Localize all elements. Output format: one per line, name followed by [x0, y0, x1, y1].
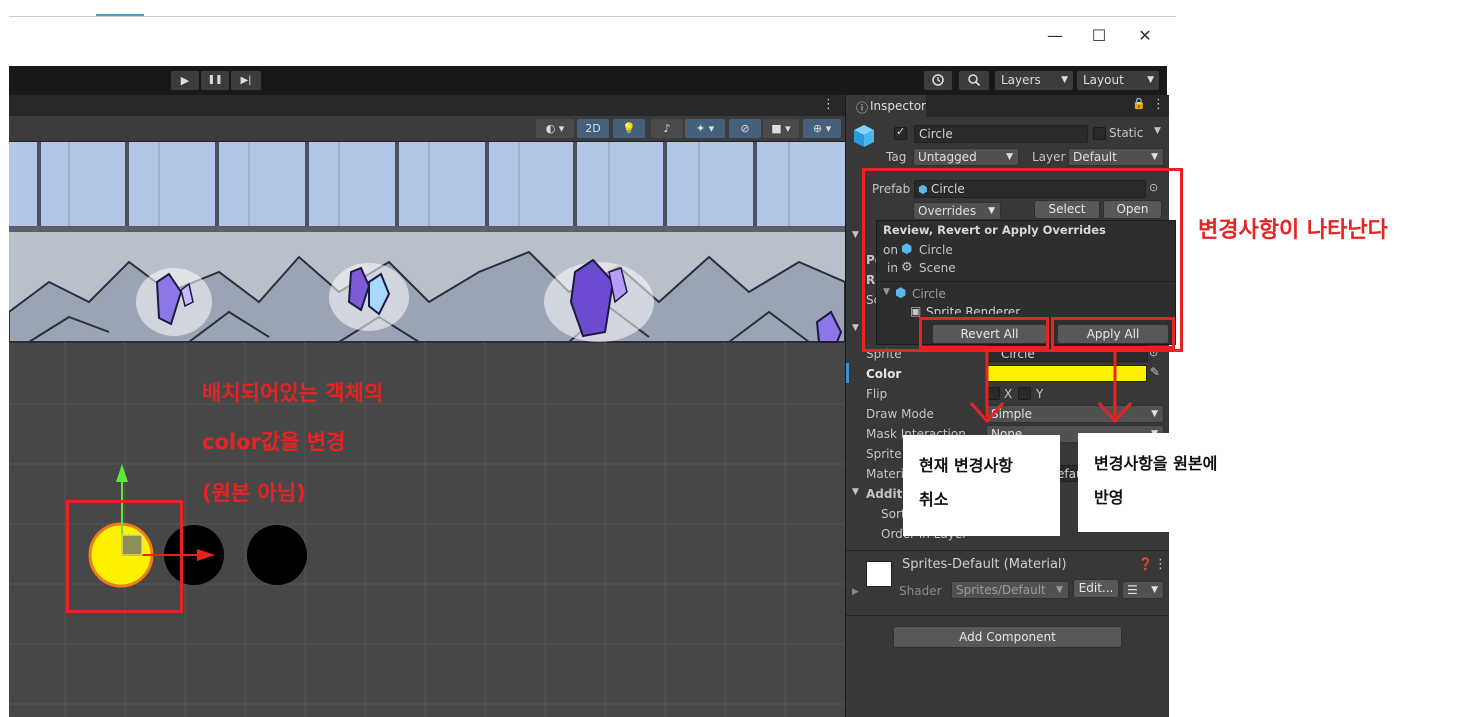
- edit-shader-button[interactable]: Edit...: [1073, 579, 1119, 598]
- shader-value: Sprites/Default: [956, 583, 1046, 597]
- pause-button[interactable]: ❚❚: [201, 71, 229, 90]
- tag-dropdown[interactable]: Untagged ▼: [913, 148, 1019, 166]
- override-marker: [846, 363, 849, 383]
- foldout-arrow-icon[interactable]: ▼: [852, 487, 859, 497]
- layout-label: Layout: [1083, 73, 1124, 87]
- scene-view[interactable]: [9, 142, 845, 717]
- chevron-down-icon: ▼: [1151, 585, 1158, 595]
- foldout-arrow-icon[interactable]: ▶: [852, 587, 859, 597]
- list-icon: ☰: [1127, 583, 1138, 597]
- add-component-button[interactable]: Add Component: [893, 626, 1122, 648]
- window-titlebar: — ☐ ✕: [9, 16, 1176, 67]
- layers-dropdown[interactable]: Layers ▼: [995, 71, 1073, 90]
- chevron-down-icon: ▼: [1151, 409, 1158, 419]
- lock-icon[interactable]: 🔒: [1132, 97, 1146, 110]
- eyedropper-icon[interactable]: ✎: [1150, 365, 1160, 379]
- component-menu-icon[interactable]: ⋮: [1154, 557, 1167, 572]
- tab-inspector[interactable]: ⓘ Inspector: [846, 95, 926, 117]
- annotation-revert-note: 현재 변경사항 취소: [903, 435, 1060, 536]
- inspector-menu-icon[interactable]: ⋮: [1152, 97, 1165, 112]
- tag-label: Tag: [886, 150, 907, 164]
- main-toolbar: ▶ ❚❚ ▶| Layers ▼ Layout ▼: [9, 66, 1167, 95]
- toggle-2d-button[interactable]: 2D: [577, 119, 609, 138]
- scene-menu-icon[interactable]: ⋮: [822, 97, 835, 112]
- help-icon[interactable]: ❓: [1138, 557, 1153, 571]
- gameobject-cube-icon: [852, 123, 876, 153]
- color-label: Color: [866, 367, 902, 381]
- chevron-down-icon: ▼: [1151, 152, 1158, 162]
- layers-label: Layers: [1001, 73, 1041, 87]
- chevron-down-icon: ▼: [1006, 152, 1013, 162]
- additional-settings-label: Additi: [866, 487, 907, 501]
- minimize-button[interactable]: —: [1035, 23, 1075, 49]
- shader-list-dropdown[interactable]: ☰ ▼: [1122, 581, 1164, 599]
- annotation-scene-line2: color값을 변경: [202, 430, 346, 454]
- gameobject-name-field[interactable]: Circle: [914, 125, 1088, 143]
- move-gizmo-y-arrow: [116, 464, 128, 482]
- chevron-down-icon[interactable]: ▼: [1154, 126, 1161, 136]
- chevron-down-icon: ▼: [1061, 75, 1068, 85]
- hidden-objects-icon[interactable]: ⊘: [729, 119, 761, 138]
- tag-value: Untagged: [918, 150, 977, 164]
- chevron-down-icon: ▼: [1056, 585, 1063, 595]
- effects-icon[interactable]: ✦ ▾: [685, 119, 725, 138]
- apply-note-line1: 변경사항을 원본에: [1094, 454, 1218, 473]
- audio-icon[interactable]: ♪: [651, 119, 683, 138]
- close-button[interactable]: ✕: [1125, 23, 1165, 49]
- annotation-changes-shown: 변경사항이 나타난다: [1198, 218, 1388, 243]
- inspector-tab-label: Inspector: [870, 99, 926, 113]
- apply-note-line2: 반영: [1094, 488, 1124, 507]
- layer-dropdown[interactable]: Default ▼: [1068, 148, 1164, 166]
- scene-toolbar: ◐ ▾ 2D 💡 ♪ ✦ ▾ ⊘ ■ ▾ ⊕ ▾: [9, 116, 845, 142]
- gizmos-icon[interactable]: ⊕ ▾: [803, 119, 841, 138]
- static-checkbox[interactable]: [1093, 127, 1106, 140]
- scene-objects: [88, 464, 307, 588]
- search-icon[interactable]: [959, 71, 989, 90]
- history-icon[interactable]: [924, 71, 952, 90]
- lighting-icon[interactable]: 💡: [613, 119, 645, 138]
- annotation-apply-note: 변경사항을 원본에 반영: [1078, 433, 1253, 532]
- info-icon: ⓘ: [856, 101, 869, 115]
- play-button[interactable]: ▶: [171, 71, 199, 90]
- flip-label: Flip: [866, 387, 888, 401]
- step-button[interactable]: ▶|: [231, 71, 261, 90]
- shading-mode-icon[interactable]: ◐ ▾: [536, 119, 574, 138]
- divider: [846, 615, 1169, 616]
- layer-value: Default: [1073, 150, 1117, 164]
- annotation-scene-line1: 배치되어있는 객체의: [202, 381, 384, 405]
- divider: [846, 550, 1169, 551]
- camera-icon[interactable]: ■ ▾: [763, 119, 799, 138]
- material-preview: [866, 561, 892, 587]
- shader-dropdown[interactable]: Sprites/Default ▼: [951, 581, 1069, 599]
- layout-dropdown[interactable]: Layout ▼: [1077, 71, 1159, 90]
- shader-label: Shader: [899, 584, 942, 598]
- static-label: Static: [1109, 126, 1144, 140]
- maximize-button[interactable]: ☐: [1079, 23, 1119, 49]
- foldout-arrow-icon[interactable]: ▼: [852, 323, 859, 333]
- active-checkbox[interactable]: ✓: [894, 125, 907, 140]
- annotation-arrows: [969, 347, 1133, 424]
- revert-note-line1: 현재 변경사항: [919, 456, 1013, 475]
- foldout-arrow-icon[interactable]: ▼: [852, 230, 859, 240]
- circle-object: [247, 525, 307, 585]
- draw-mode-label: Draw Mode: [866, 407, 934, 421]
- material-asset-label: Sprites-Default (Material): [902, 557, 1067, 572]
- annotation-box-object: [66, 500, 183, 613]
- chevron-down-icon: ▼: [1147, 75, 1154, 85]
- tab-indicator: [96, 14, 144, 16]
- layer-label: Layer: [1032, 150, 1066, 164]
- annotation-scene-line3: (원본 아님): [202, 481, 306, 505]
- revert-note-line2: 취소: [919, 490, 949, 509]
- scene-tab-bar: ⋮: [9, 95, 845, 116]
